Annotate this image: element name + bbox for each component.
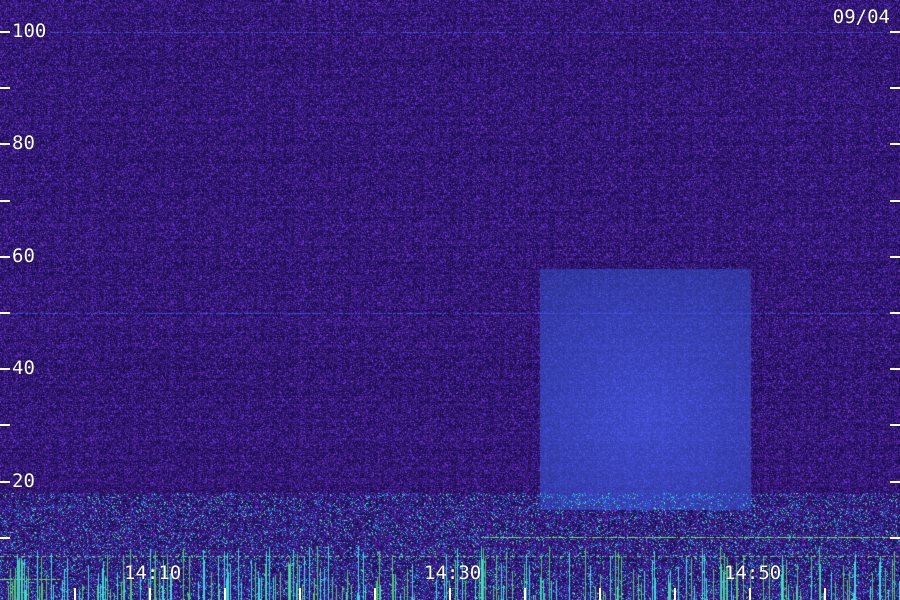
x-tick: [299, 588, 301, 600]
y-tick-right: [890, 87, 900, 89]
y-tick-right: [890, 481, 900, 483]
x-tick-label: 14:50: [724, 562, 782, 584]
y-tick-right: [890, 143, 900, 145]
x-tick: [749, 588, 751, 600]
y-tick-left: [0, 31, 10, 33]
x-tick: [674, 588, 676, 600]
x-tick: [524, 588, 526, 600]
x-tick: [824, 588, 826, 600]
y-tick-right: [890, 312, 900, 314]
y-tick-left: [0, 368, 10, 370]
y-tick-label: 100: [12, 20, 47, 42]
y-tick-right: [890, 537, 900, 539]
y-tick-left: [0, 481, 10, 483]
x-tick-label: 14:30: [424, 562, 482, 584]
y-tick-left: [0, 312, 10, 314]
date-stamp: 09/04: [832, 6, 890, 28]
y-tick-label: 80: [12, 132, 35, 154]
y-tick-left: [0, 200, 10, 202]
x-tick: [224, 588, 226, 600]
y-tick-label: 40: [12, 357, 35, 379]
x-tick: [149, 588, 151, 600]
x-tick: [374, 588, 376, 600]
y-tick-left: [0, 87, 10, 89]
y-tick-label: 20: [12, 470, 35, 492]
y-tick-left: [0, 537, 10, 539]
x-tick: [74, 588, 76, 600]
y-tick-right: [890, 200, 900, 202]
spectrogram-image: [0, 0, 900, 600]
y-tick-right: [890, 424, 900, 426]
x-tick: [599, 588, 601, 600]
x-tick: [449, 588, 451, 600]
y-tick-left: [0, 424, 10, 426]
y-tick-label: 60: [12, 245, 35, 267]
y-tick-left: [0, 256, 10, 258]
x-tick-label: 14:10: [124, 562, 182, 584]
y-tick-right: [890, 31, 900, 33]
y-tick-right: [890, 368, 900, 370]
y-tick-right: [890, 256, 900, 258]
y-tick-left: [0, 143, 10, 145]
spectrogram-panel: 09/04 100 80 60 40 20 14:10 14:30 14:50: [0, 0, 900, 600]
